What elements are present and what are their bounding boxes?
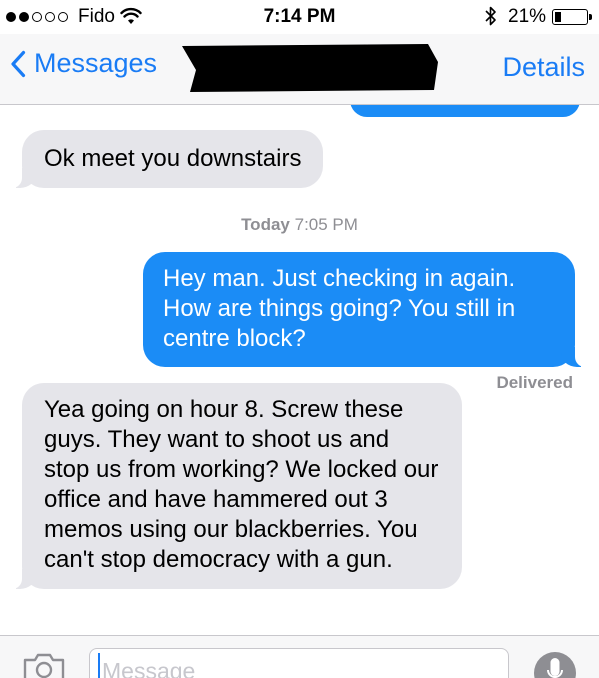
chevron-left-icon [11,50,26,77]
back-button-label: Messages [34,48,158,78]
microphone-icon [547,658,563,678]
battery-percent: 21% [508,6,547,27]
message-text: Hey man. Just checking in again. How are… [163,265,516,352]
received-message-bubble[interactable]: Yea going on hour 8. Screw these guys. T… [10,383,462,589]
message-text: Yea going on hour 8. Screw these guys. T… [44,396,439,573]
microphone-button[interactable] [534,652,576,678]
compose-bar [0,635,599,678]
delivery-status: Delivered [496,373,573,392]
received-message-bubble[interactable]: Ok meet you downstairs [9,130,324,188]
conversation-thread[interactable]: Ok meet you downstairs Today 7:05 PM Hey… [0,105,599,635]
status-bar: Fido 7:14 PM 21% [0,0,599,34]
nav-bar: Messages Details [0,34,599,105]
message-input[interactable] [89,648,509,678]
timestamp-day: Today [241,215,290,234]
message-timestamp: Today 7:05 PM [0,215,599,235]
message-text: Ok meet you downstairs [44,145,302,172]
sent-message-bubble[interactable]: Hey man. Just checking in again. How are… [143,252,587,367]
redacted-contact-name [182,44,438,92]
camera-icon [23,653,65,678]
bluetooth-icon [484,5,498,33]
camera-button[interactable] [22,652,66,678]
details-button[interactable]: Details [502,52,585,83]
text-cursor [98,653,100,678]
battery-icon [552,9,592,25]
battery-level-fill [555,12,561,22]
messages-screen: Fido 7:14 PM 21% Messages Details Ok mee… [0,0,599,678]
previous-sent-message-bubble[interactable] [350,105,580,117]
timestamp-time: 7:05 PM [294,215,358,234]
back-button[interactable]: Messages [10,48,157,79]
